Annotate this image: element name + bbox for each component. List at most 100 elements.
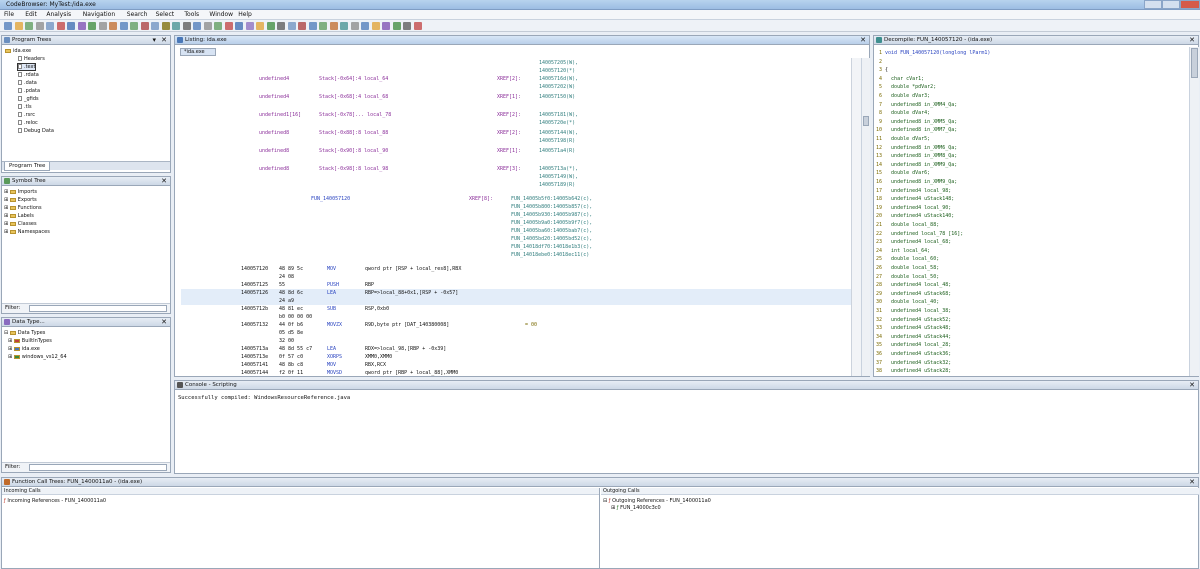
decompile-line[interactable]: 19 undefined4 local_90; (876, 205, 951, 211)
toolbar-tool-4-icon[interactable] (35, 22, 44, 30)
toolbar-tool-34-icon[interactable] (350, 22, 359, 30)
close-window-button[interactable] (1180, 0, 1200, 9)
toolbar-tool-17-icon[interactable] (172, 22, 180, 30)
decompile-line[interactable]: 37 undefined4 uStack32; (876, 360, 951, 366)
decompile-line[interactable]: 38 undefined4 uStack28; (876, 368, 951, 374)
xref-target[interactable]: 14005716d(W), (539, 76, 578, 82)
stack-var-name[interactable]: Stack[-0x78]... local_78 (319, 112, 391, 118)
tree-node-item[interactable]: Headers (18, 56, 45, 62)
decompile-line[interactable]: 36 undefined4 uStack36; (876, 351, 951, 357)
toolbar-tool-36-icon[interactable] (371, 22, 380, 30)
toolbar-tool-12-icon[interactable] (119, 22, 128, 30)
xref-target[interactable]: 14005713a(*), (539, 166, 578, 172)
toolbar-tool-3-icon[interactable] (25, 22, 33, 30)
close-icon[interactable]: ✕ (161, 318, 167, 326)
tree-node-item[interactable]: .data (18, 80, 37, 86)
stack-var-name[interactable]: Stack[-0x98]:8 local_98 (319, 166, 388, 172)
toolbar-tool-16-icon[interactable] (161, 22, 170, 30)
xref-target[interactable]: 140057149(W), (539, 174, 578, 180)
toolbar-tool-38-icon[interactable] (392, 22, 401, 30)
toolbar-tool-26-icon[interactable] (266, 22, 275, 30)
instruction-operands[interactable]: RSP,0xb0 (365, 306, 389, 312)
decompile-line[interactable]: 8 double dVar4; (876, 110, 930, 116)
decompile-line[interactable]: 32 undefined4 uStack52; (876, 317, 951, 323)
xref-target[interactable]: 140057150(W) (539, 94, 575, 100)
toolbar-tool-19-icon[interactable] (193, 22, 201, 30)
data-type-item[interactable]: ⊞ ida.exe (8, 346, 40, 352)
expand-icon[interactable]: ⊞ (611, 505, 615, 511)
instruction-mnemonic[interactable]: MOVZX (327, 322, 342, 328)
toolbar-tool-10-icon[interactable] (98, 22, 107, 30)
close-icon[interactable]: ✕ (1189, 478, 1195, 486)
symbol-tree-item[interactable]: ⊞ Imports (4, 189, 37, 195)
instruction-mnemonic[interactable]: MOV (327, 266, 336, 272)
symbol-tree-item[interactable]: ⊞ Functions (4, 205, 42, 211)
menu-navigation[interactable]: Navigation (83, 11, 115, 18)
toolbar-tool-33-icon[interactable] (340, 22, 348, 30)
instruction-address[interactable]: 140057126 (241, 290, 268, 296)
instruction-address[interactable]: 140057132 (241, 322, 268, 328)
instruction-address[interactable]: 140057120 (241, 266, 268, 272)
xref-target[interactable]: FUN_14005bd20:14005bd52(c), (511, 236, 592, 242)
stack-var-name[interactable]: Stack[-0x64]:4 local_64 (319, 76, 388, 82)
toolbar-tool-11-icon[interactable] (109, 22, 117, 30)
stack-var-name[interactable]: Stack[-0x90]:8 local_90 (319, 148, 388, 154)
xref-target[interactable]: 140057120(*) (539, 68, 575, 74)
decompile-line[interactable]: 12 undefined8 in_XMM6_Qa; (876, 145, 957, 151)
symbol-filter-input[interactable] (29, 305, 167, 312)
minimize-button[interactable] (1144, 0, 1162, 9)
close-icon[interactable]: ✕ (161, 177, 167, 185)
instruction-mnemonic[interactable]: PUSH (327, 282, 339, 288)
menu-edit[interactable]: Edit (25, 11, 37, 18)
toolbar-tool-27-icon[interactable] (277, 22, 285, 30)
toolbar-tool-6-icon[interactable] (56, 22, 65, 30)
instruction-address[interactable]: 140057144 (241, 370, 268, 376)
tree-node-item[interactable]: .pdata (18, 88, 40, 94)
incoming-references-item[interactable]: ƒ Incoming References - FUN_1400011a0 (4, 498, 106, 504)
xref-target[interactable]: FUN_14018df70:14018e1b3(c), (511, 244, 592, 250)
xref-target[interactable]: FUN_14005b9a0:14005b9f7(c), (511, 220, 592, 226)
toolbar-tool-7-icon[interactable] (67, 22, 75, 30)
instruction-operands[interactable]: RBP (365, 282, 374, 288)
decompile-line[interactable]: 15 double dVar6; (876, 170, 930, 176)
toolbar-tool-2-icon[interactable] (14, 22, 23, 30)
decompile-line[interactable]: 2 (876, 59, 885, 65)
close-icon[interactable]: ✕ (1189, 36, 1195, 44)
stack-var-name[interactable]: Stack[-0x68]:4 local_68 (319, 94, 388, 100)
panel-menu-icon[interactable]: ▾ (152, 36, 156, 44)
instruction-operands[interactable]: RBP=>local_88+0x1,[RSP + -0x57] (365, 290, 458, 296)
decompile-line[interactable]: 27 double local_50; (876, 274, 939, 280)
xref-target[interactable]: 140057144(W), (539, 130, 578, 136)
decompile-line[interactable]: 3 { (876, 67, 888, 73)
data-type-item[interactable]: ⊞ BuiltInTypes (8, 338, 52, 344)
instruction-address[interactable]: 140057141 (241, 362, 268, 368)
instruction-address[interactable]: 14005713e (241, 354, 268, 360)
toolbar-tool-32-icon[interactable] (329, 22, 338, 30)
instruction-address[interactable]: 14005713a (241, 346, 268, 352)
collapse-icon[interactable]: ⊟ (603, 498, 607, 504)
data-type-item[interactable]: ⊞ windows_vs12_64 (8, 354, 67, 360)
decompile-line[interactable]: 35 undefined4 local_28; (876, 342, 951, 348)
tree-node-item[interactable]: .text (16, 63, 37, 71)
decompile-line[interactable]: 5 double *pdVar2; (876, 84, 936, 90)
instruction-mnemonic[interactable]: XORPS (327, 354, 342, 360)
instruction-mnemonic[interactable]: SUB (327, 306, 336, 312)
instruction-operands[interactable]: RDX=>local_98,[RBP + -0x39] (365, 346, 446, 352)
tree-node-item[interactable]: .reloc (18, 120, 38, 126)
close-icon[interactable]: ✕ (1189, 381, 1195, 389)
maximize-button[interactable] (1162, 0, 1180, 9)
toolbar-tool-22-icon[interactable] (224, 22, 233, 30)
decompile-line[interactable]: 20 undefined4 uStack140; (876, 213, 954, 219)
toolbar-tool-5-icon[interactable] (46, 22, 54, 30)
toolbar-tool-35-icon[interactable] (361, 22, 369, 30)
decompile-line[interactable]: 22 undefined local_78 [16]; (876, 231, 963, 237)
decompile-line[interactable]: 16 undefined8 in_XMM9_Qa; (876, 179, 957, 185)
toolbar-tool-8-icon[interactable] (77, 22, 86, 30)
data-type-item[interactable]: ⊟ Data Types (4, 330, 45, 336)
tree-node-item[interactable]: Debug Data (18, 128, 54, 134)
symbol-tree-item[interactable]: ⊞ Classes (4, 221, 37, 227)
xref-target[interactable]: FUN_14005b5f0:14005b642(c), (511, 196, 592, 202)
instruction-operands[interactable]: R9D,byte ptr [DAT_140380008] (365, 322, 449, 328)
decompile-line[interactable]: 11 double dVar5; (876, 136, 930, 142)
menu-window[interactable]: Window (209, 11, 233, 18)
